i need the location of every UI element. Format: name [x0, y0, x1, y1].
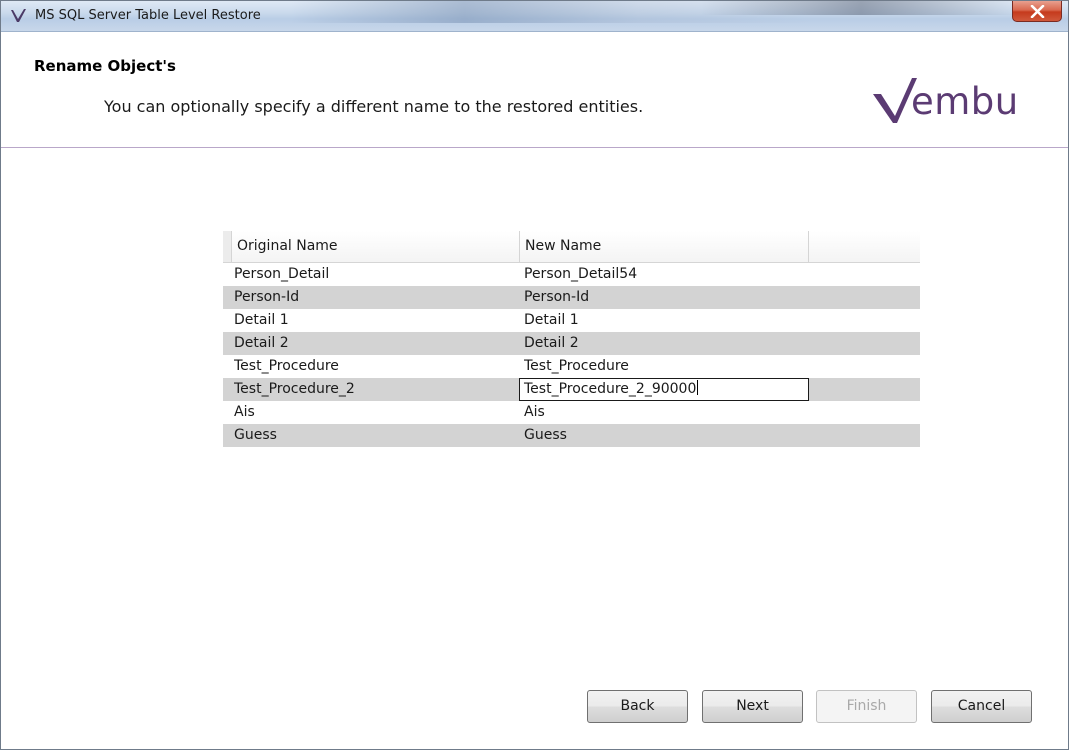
table-row[interactable]: Ais Ais — [223, 401, 920, 424]
wizard-header: Rename Object's You can optionally speci… — [1, 32, 1068, 147]
table-row[interactable]: Person_Detail Person_Detail54 — [223, 263, 920, 286]
row-header-spacer — [223, 231, 232, 262]
original-name-cell: Test_Procedure — [234, 358, 339, 374]
table-row[interactable]: Detail 1 Detail 1 — [223, 309, 920, 332]
table-row[interactable]: Person-Id Person-Id — [223, 286, 920, 309]
column-filler — [809, 231, 920, 262]
text-caret — [697, 380, 699, 395]
table-row[interactable]: Test_Procedure Test_Procedure — [223, 355, 920, 378]
table-row[interactable]: Test_Procedure_2 Test_Procedure_2_90000 — [223, 378, 920, 401]
original-name-cell: Person_Detail — [234, 266, 330, 282]
table-row[interactable]: Guess Guess — [223, 424, 920, 447]
new-name-cell[interactable]: Guess — [524, 424, 808, 447]
original-name-cell: Guess — [234, 427, 277, 443]
new-name-cell[interactable]: Test_Procedure — [524, 355, 808, 378]
restore-wizard-window: MS SQL Server Table Level Restore Rename… — [0, 0, 1069, 750]
close-icon — [1030, 5, 1045, 18]
original-name-cell: Test_Procedure_2 — [234, 381, 355, 397]
original-name-cell: Detail 1 — [234, 312, 289, 328]
brand-name: embu — [911, 80, 1019, 123]
original-name-cell: Ais — [234, 404, 255, 420]
title-bar[interactable]: MS SQL Server Table Level Restore — [1, 1, 1068, 32]
column-new-name[interactable]: New Name — [520, 231, 809, 262]
page-subtitle: You can optionally specify a different n… — [104, 97, 644, 116]
title-bar-background-shade — [701, 1, 1021, 15]
vembu-logo: embu — [871, 74, 1056, 134]
finish-button[interactable]: Finish — [816, 690, 917, 723]
vembu-app-icon — [11, 9, 26, 22]
close-button[interactable] — [1012, 1, 1062, 22]
new-name-cell[interactable]: Person_Detail54 — [524, 263, 808, 286]
new-name-cell[interactable]: Person-Id — [524, 286, 808, 309]
grid-header: Original Name New Name — [223, 231, 920, 263]
back-button[interactable]: Back — [587, 690, 688, 723]
page-title: Rename Object's — [34, 57, 176, 75]
table-row[interactable]: Detail 2 Detail 2 — [223, 332, 920, 355]
window-title: MS SQL Server Table Level Restore — [35, 8, 261, 23]
new-name-edit-field[interactable]: Test_Procedure_2_90000 — [519, 378, 809, 401]
original-name-cell: Detail 2 — [234, 335, 289, 351]
rename-grid: Original Name New Name Person_Detail Per… — [223, 231, 920, 447]
original-name-cell: Person-Id — [234, 289, 300, 305]
new-name-cell[interactable]: Ais — [524, 401, 808, 424]
new-name-edit-value: Test_Procedure_2_90000 — [524, 381, 697, 397]
new-name-cell[interactable]: Detail 2 — [524, 332, 808, 355]
column-original-name[interactable]: Original Name — [232, 231, 520, 262]
new-name-cell[interactable]: Detail 1 — [524, 309, 808, 332]
cancel-button[interactable]: Cancel — [931, 690, 1032, 723]
next-button[interactable]: Next — [702, 690, 803, 723]
